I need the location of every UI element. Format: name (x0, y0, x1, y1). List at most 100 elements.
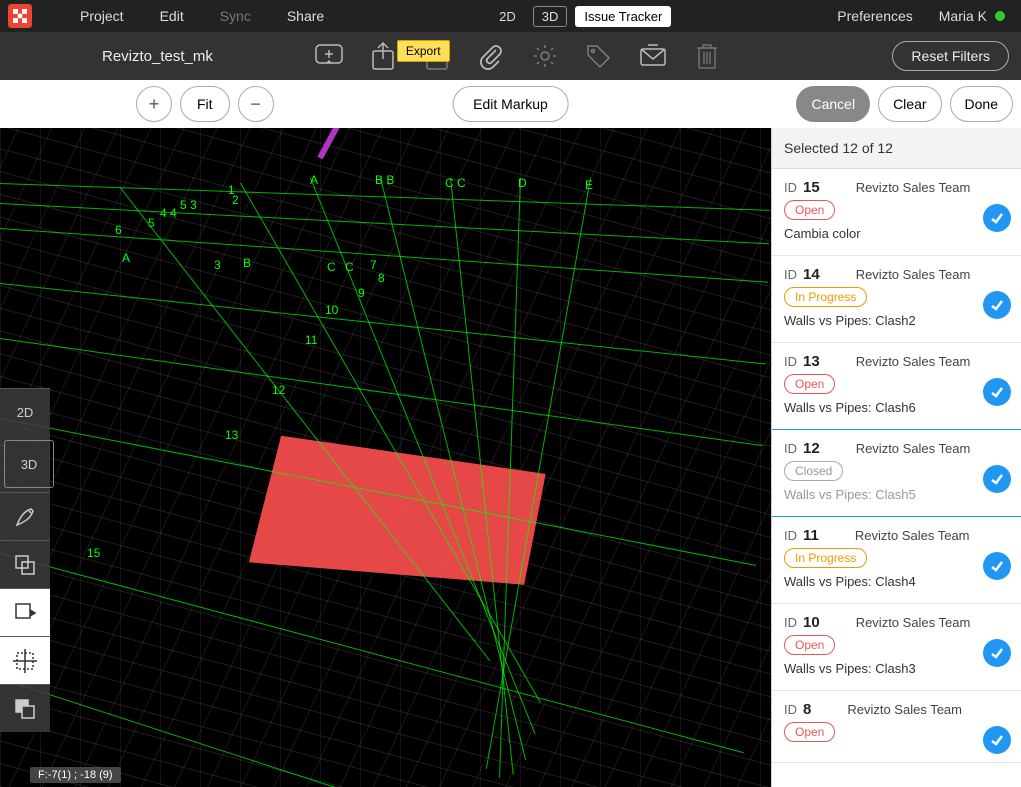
fit-button[interactable]: Fit (180, 86, 230, 122)
issue-row[interactable]: ID 15 Revizto Sales Team Open Cambia col… (772, 169, 1021, 256)
view-issue-tracker-toggle[interactable]: Issue Tracker (575, 6, 671, 27)
viewport-3d[interactable]: A B B C C D E 1 2 3 4 4 5 3 6 5 A B C C … (0, 128, 771, 787)
issue-id-label: ID (784, 180, 797, 195)
issue-id: 11 (803, 527, 819, 544)
palette-2d[interactable]: 2D (0, 388, 50, 436)
edit-markup-button[interactable]: Edit Markup (452, 86, 569, 122)
view-2d-toggle[interactable]: 2D (490, 6, 525, 27)
settings-button[interactable] (527, 38, 563, 74)
cancel-button[interactable]: Cancel (796, 86, 870, 122)
issue-row[interactable]: ID 8 Revizto Sales Team Open (772, 691, 1021, 763)
issue-status-pill: In Progress (784, 287, 867, 307)
issue-id-label: ID (784, 441, 797, 456)
done-button[interactable]: Done (950, 86, 1013, 122)
app-logo-icon (8, 4, 32, 28)
grid-label: 8 (378, 271, 385, 285)
issue-selected-check-icon[interactable] (983, 639, 1011, 667)
reset-filters-button[interactable]: Reset Filters (892, 41, 1009, 71)
grid-label: 4 4 (160, 206, 177, 220)
palette-section-icon[interactable] (0, 588, 50, 636)
issue-selected-check-icon[interactable] (983, 726, 1011, 754)
grid-label: A (122, 251, 130, 265)
palette-3d[interactable]: 3D (4, 440, 54, 488)
issue-assignee: Revizto Sales Team (856, 180, 1009, 195)
issue-assignee: Revizto Sales Team (856, 615, 1009, 630)
attachment-button[interactable] (473, 38, 509, 74)
view-3d-toggle[interactable]: 3D (533, 6, 568, 27)
menu-sync[interactable]: Sync (202, 8, 269, 24)
menu-share[interactable]: Share (269, 8, 342, 24)
issue-selected-check-icon[interactable] (983, 204, 1011, 232)
palette-select-icon[interactable] (0, 540, 50, 588)
coordinate-readout: F:-7(1) ; -18 (9) (30, 767, 121, 783)
issue-title: Walls vs Pipes: Clash4 (784, 574, 1009, 589)
zoom-out-button[interactable]: − (238, 86, 274, 122)
issue-assignee: Revizto Sales Team (856, 441, 1009, 456)
issue-status-pill: Closed (784, 461, 843, 481)
export-button[interactable]: Export (365, 38, 401, 74)
issue-title: Walls vs Pipes: Clash5 (784, 487, 1009, 502)
grid-label: B (243, 256, 251, 270)
issue-row[interactable]: ID 13 Revizto Sales Team Open Walls vs P… (772, 343, 1021, 430)
issue-id-label: ID (784, 354, 797, 369)
new-issue-button[interactable] (311, 38, 347, 74)
issue-assignee: Revizto Sales Team (856, 354, 1009, 369)
issue-id: 10 (803, 614, 820, 631)
issue-title: Walls vs Pipes: Clash2 (784, 313, 1009, 328)
zoom-in-button[interactable]: + (136, 86, 172, 122)
issue-assignee: Revizto Sales Team (847, 702, 1009, 717)
grid-label: E (585, 178, 593, 192)
issue-row[interactable]: ID 10 Revizto Sales Team Open Walls vs P… (772, 604, 1021, 691)
grid-label: C (327, 260, 336, 274)
project-name: Revizto_test_mk (12, 48, 293, 65)
issue-panel: Selected 12 of 12 ID 15 Revizto Sales Te… (771, 128, 1021, 787)
main-area: 2D 3D (0, 128, 1021, 787)
inbox-button[interactable] (635, 38, 671, 74)
issue-selected-check-icon[interactable] (983, 552, 1011, 580)
grid-label: D (518, 176, 527, 190)
issue-id: 12 (803, 440, 820, 457)
grid-label: C C (445, 176, 466, 190)
secondary-bar: + Fit − Edit Markup Cancel Clear Done (0, 80, 1021, 128)
issue-id-label: ID (784, 267, 797, 282)
issue-status-pill: In Progress (784, 548, 867, 568)
issue-id-label: ID (784, 702, 797, 717)
palette-pen-icon[interactable] (0, 492, 50, 540)
grid-label: 5 3 (180, 198, 197, 212)
issue-status-pill: Open (784, 635, 835, 655)
toolbar: Revizto_test_mk Export Reset Filters (0, 32, 1021, 80)
annotation-arrow-icon (300, 128, 400, 178)
grid-label: 10 (325, 303, 338, 317)
issue-id: 14 (803, 266, 820, 283)
issue-title: Cambia color (784, 226, 1009, 241)
menu-bar: Project Edit Sync Share 2D 3D Issue Trac… (0, 0, 1021, 32)
menu-project[interactable]: Project (62, 8, 142, 24)
issue-selected-check-icon[interactable] (983, 291, 1011, 319)
issue-id-label: ID (784, 528, 797, 543)
issue-row[interactable]: ID 14 Revizto Sales Team In Progress Wal… (772, 256, 1021, 343)
menu-edit[interactable]: Edit (142, 8, 202, 24)
issue-row[interactable]: ID 11 Revizto Sales Team In Progress Wal… (772, 517, 1021, 604)
online-status-icon (995, 11, 1005, 21)
tags-button[interactable] (581, 38, 617, 74)
grid-label: C (345, 260, 354, 274)
issue-selected-check-icon[interactable] (983, 378, 1011, 406)
issue-title: Walls vs Pipes: Clash6 (784, 400, 1009, 415)
export-tooltip: Export (397, 40, 450, 62)
user-name: Maria K (939, 8, 987, 24)
user-area[interactable]: Maria K (931, 8, 1013, 24)
palette-layers-icon[interactable] (0, 684, 50, 732)
issue-title: Walls vs Pipes: Clash3 (784, 661, 1009, 676)
issue-selected-check-icon[interactable] (983, 465, 1011, 493)
selection-summary: Selected 12 of 12 (772, 128, 1021, 169)
grid-label: 5 (148, 216, 155, 230)
issue-assignee: Revizto Sales Team (856, 267, 1009, 282)
issue-id: 15 (803, 179, 820, 196)
grid-label: 13 (225, 428, 238, 442)
clear-button[interactable]: Clear (878, 86, 941, 122)
menu-preferences[interactable]: Preferences (819, 8, 930, 24)
issue-assignee: Revizto Sales Team (855, 528, 1009, 543)
palette-crop-icon[interactable] (0, 636, 50, 684)
delete-button[interactable] (689, 38, 725, 74)
issue-row[interactable]: ID 12 Revizto Sales Team Closed Walls vs… (772, 429, 1021, 517)
